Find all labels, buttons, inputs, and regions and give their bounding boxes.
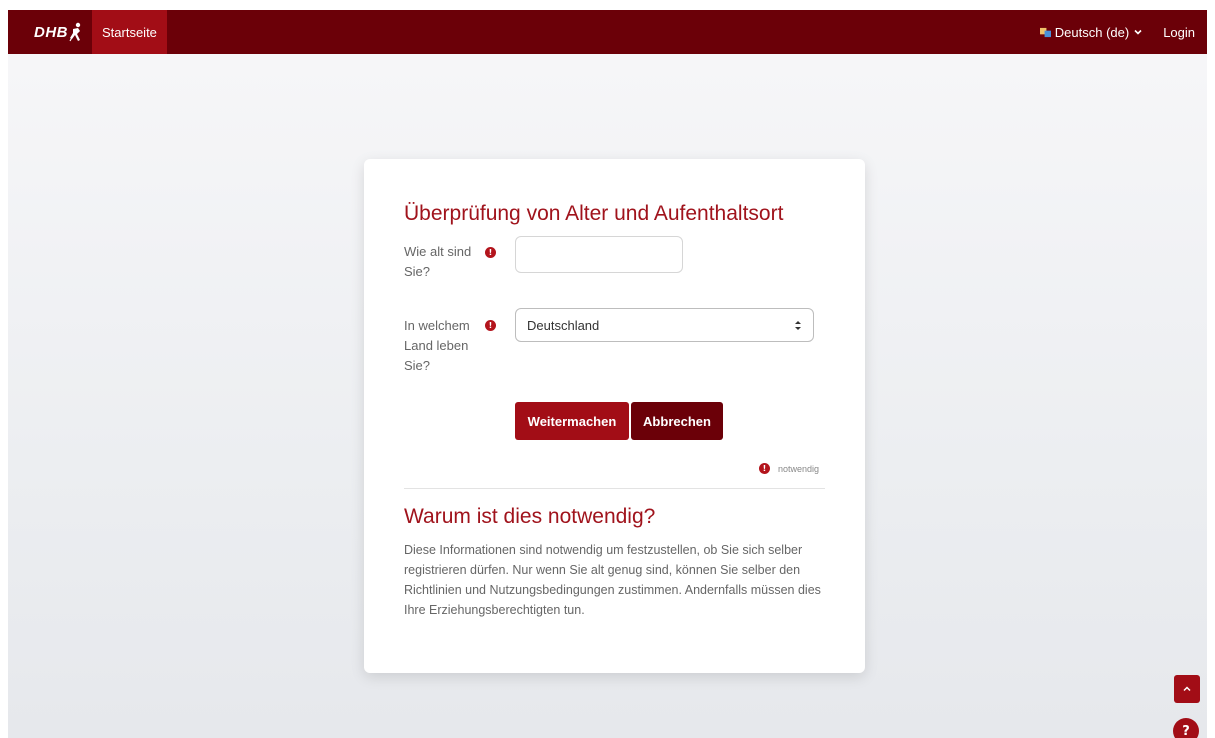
logo-text: DHB xyxy=(34,23,68,41)
language-menu[interactable]: Deutsch (de) xyxy=(1039,24,1143,40)
age-location-card: Überprüfung von Alter und Aufenthaltsort… xyxy=(364,159,865,673)
age-label: Wie alt sind Sie? xyxy=(404,244,472,279)
country-label: In welchem Land leben Sie? xyxy=(404,318,470,373)
top-navbar: DHB Startseite Deutsch (de) Login xyxy=(8,10,1207,54)
info-title: Warum ist dies notwendig? xyxy=(404,505,656,528)
required-legend: ! notwendig xyxy=(759,463,819,474)
continue-button[interactable]: Weitermachen xyxy=(515,402,629,440)
hockey-player-icon xyxy=(69,22,81,42)
cancel-button[interactable]: Abbrechen xyxy=(631,402,723,440)
select-arrows-icon xyxy=(795,321,801,330)
divider xyxy=(404,488,825,489)
chevron-up-icon xyxy=(1183,686,1191,692)
login-link[interactable]: Login xyxy=(1163,25,1195,40)
required-icon: ! xyxy=(485,320,496,331)
country-selected-value: Deutschland xyxy=(527,317,600,333)
required-icon: ! xyxy=(485,247,496,258)
info-text: Diese Informationen sind notwendig um fe… xyxy=(404,543,821,617)
form-title: Überprüfung von Alter und Aufenthaltsort xyxy=(404,202,784,225)
scroll-to-top-button[interactable] xyxy=(1174,675,1200,703)
page: DHB Startseite Deutsch (de) Login Überpr… xyxy=(0,0,1215,738)
country-select[interactable]: Deutschland xyxy=(515,308,814,342)
age-input[interactable] xyxy=(515,236,683,273)
language-icon xyxy=(1039,27,1051,37)
required-legend-text: notwendig xyxy=(778,463,820,474)
navbar-right: Deutsch (de) Login xyxy=(1039,10,1207,54)
brand-logo[interactable]: DHB xyxy=(8,10,92,54)
chevron-down-icon xyxy=(1134,29,1142,35)
help-button[interactable]: ? xyxy=(1173,718,1199,738)
nav-home-link[interactable]: Startseite xyxy=(92,10,167,54)
language-label: Deutsch (de) xyxy=(1054,24,1130,40)
required-icon: ! xyxy=(759,463,770,474)
